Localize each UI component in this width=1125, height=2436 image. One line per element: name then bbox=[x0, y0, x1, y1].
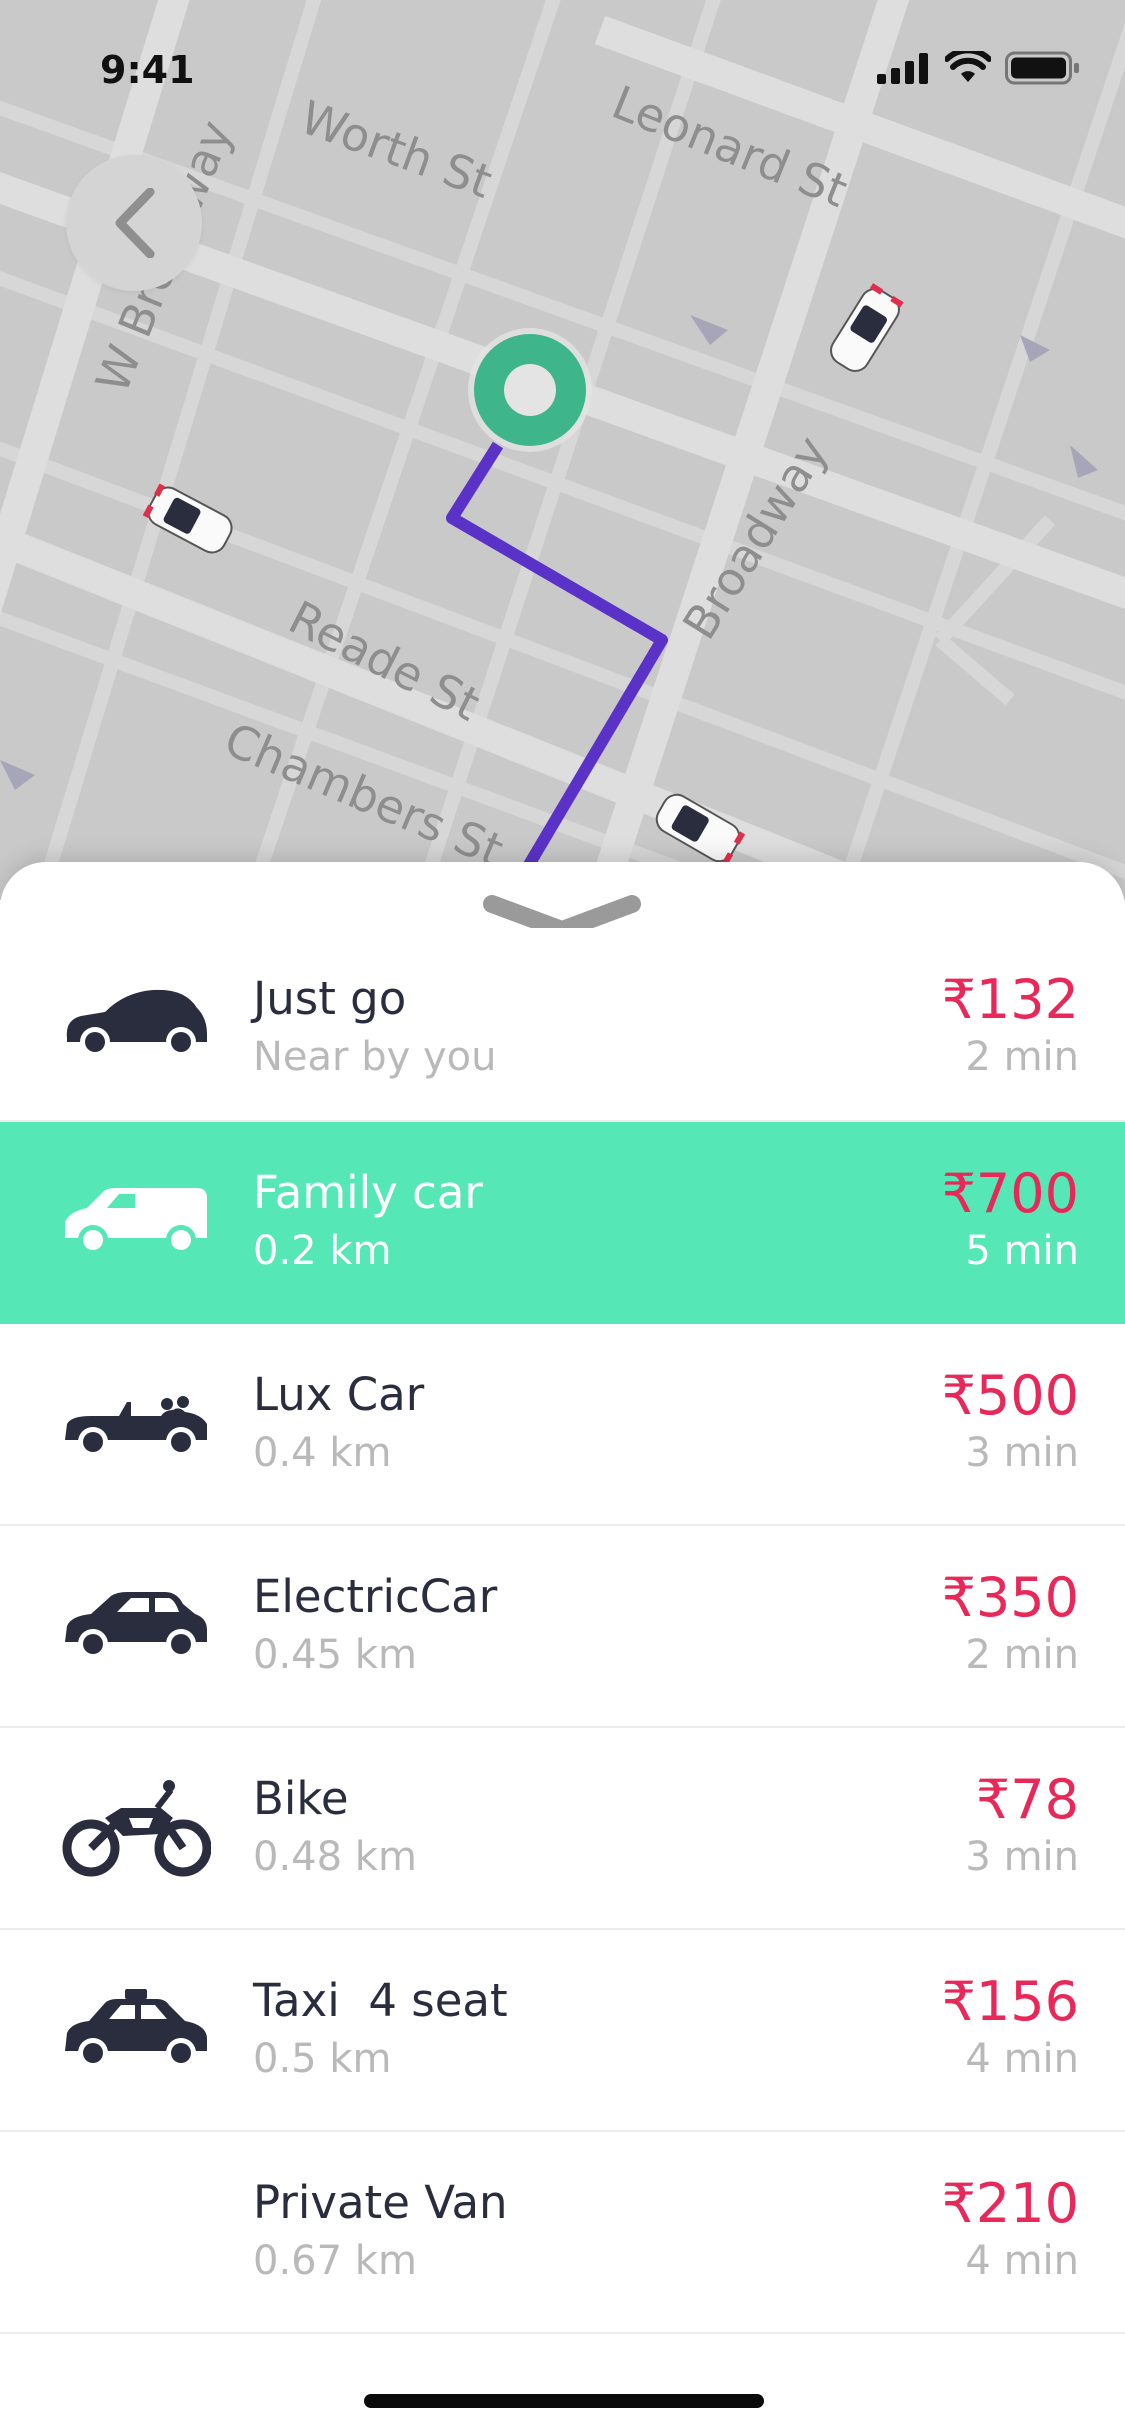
status-bar: 9:41 bbox=[0, 0, 1125, 140]
ride-name: Lux Car bbox=[253, 1368, 425, 1421]
ride-price: ₹132 bbox=[941, 968, 1079, 1031]
wifi-icon bbox=[945, 51, 991, 82]
electric-car-icon bbox=[56, 1576, 216, 1676]
ride-distance: 0.67 km bbox=[253, 2238, 417, 2284]
hatchback-icon bbox=[56, 974, 216, 1074]
ride-eta: 5 min bbox=[965, 1228, 1079, 1274]
ride-option-list: Just go Near by you ₹132 2 min Family ca… bbox=[0, 928, 1125, 2334]
motorbike-icon bbox=[56, 1778, 216, 1878]
taxi-icon bbox=[56, 1980, 216, 2080]
ride-eta: 4 min bbox=[965, 2238, 1079, 2284]
ride-option-electriccar[interactable]: ElectricCar 0.45 km ₹350 2 min bbox=[0, 1526, 1125, 1728]
signal-icon bbox=[877, 53, 928, 84]
ride-eta: 2 min bbox=[965, 1034, 1079, 1080]
ride-distance: 0.48 km bbox=[253, 1834, 417, 1880]
chevron-left-icon bbox=[115, 188, 155, 258]
ride-price: ₹350 bbox=[941, 1566, 1079, 1629]
ride-price: ₹156 bbox=[941, 1970, 1079, 2033]
ride-option-bike[interactable]: Bike 0.48 km ₹78 3 min bbox=[0, 1728, 1125, 1930]
convertible-icon bbox=[56, 1374, 216, 1474]
ride-distance: 0.45 km bbox=[253, 1632, 417, 1678]
ride-name: Private Van bbox=[253, 2176, 508, 2229]
ride-option-just-go[interactable]: Just go Near by you ₹132 2 min bbox=[0, 928, 1125, 1122]
ride-options-sheet: Just go Near by you ₹132 2 min Family ca… bbox=[0, 862, 1125, 2436]
ride-distance: 0.5 km bbox=[253, 2036, 392, 2082]
ride-name: Taxi 4 seat bbox=[253, 1974, 508, 2027]
ride-option-family-car[interactable]: Family car 0.2 km ₹700 5 min bbox=[0, 1122, 1125, 1324]
ride-distance: Near by you bbox=[253, 1034, 497, 1080]
ride-eta: 3 min bbox=[965, 1834, 1079, 1880]
ride-price: ₹500 bbox=[941, 1364, 1079, 1427]
ride-option-private-van[interactable]: Private Van 0.67 km ₹210 4 min bbox=[0, 2132, 1125, 2334]
ride-name: ElectricCar bbox=[253, 1570, 498, 1623]
ride-eta: 3 min bbox=[965, 1430, 1079, 1476]
ride-distance: 0.4 km bbox=[253, 1430, 392, 1476]
ride-option-taxi[interactable]: Taxi 4 seat 0.5 km ₹156 4 min bbox=[0, 1930, 1125, 2132]
van-icon bbox=[56, 1172, 216, 1272]
ride-price: ₹78 bbox=[975, 1768, 1079, 1831]
ride-eta: 2 min bbox=[965, 1632, 1079, 1678]
back-button[interactable] bbox=[66, 155, 202, 291]
status-time: 9:41 bbox=[100, 48, 195, 92]
ride-name: Just go bbox=[253, 972, 407, 1025]
ride-eta: 4 min bbox=[965, 2036, 1079, 2082]
ride-price: ₹700 bbox=[941, 1162, 1079, 1225]
status-icons bbox=[877, 50, 1081, 86]
ride-name: Family car bbox=[253, 1166, 483, 1219]
home-indicator bbox=[364, 2394, 764, 2408]
pickup-pin-icon bbox=[468, 328, 592, 452]
ride-option-lux-car[interactable]: Lux Car 0.4 km ₹500 3 min bbox=[0, 1324, 1125, 1526]
ride-name: Bike bbox=[253, 1772, 349, 1825]
battery-icon bbox=[1005, 51, 1079, 85]
ride-distance: 0.2 km bbox=[253, 1228, 392, 1274]
ride-price: ₹210 bbox=[941, 2172, 1079, 2235]
